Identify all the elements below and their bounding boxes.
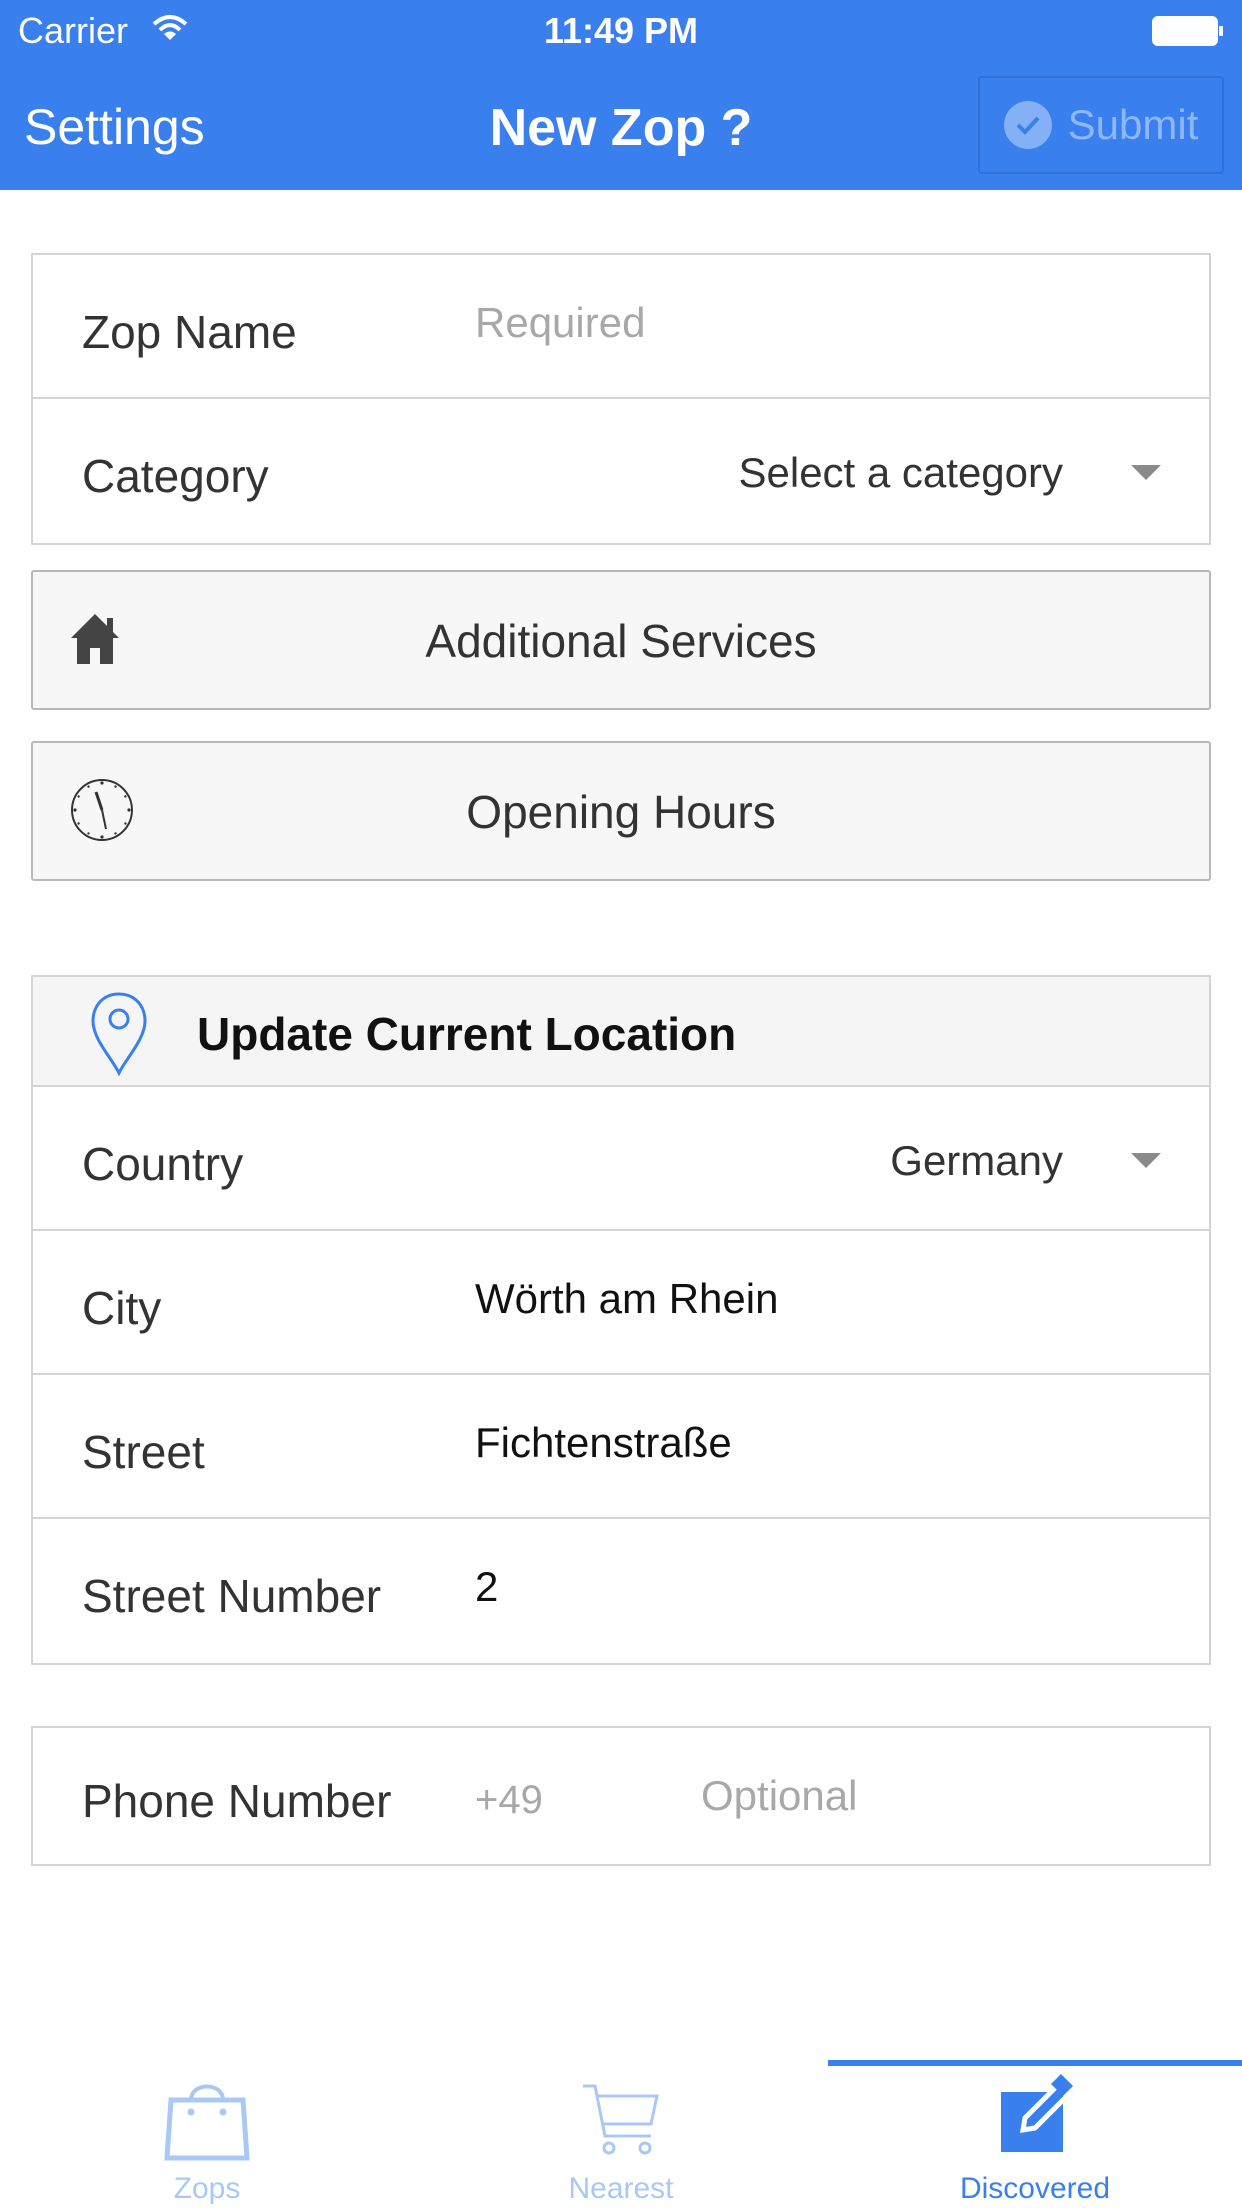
city-row: City Wörth am Rhein bbox=[33, 1231, 1209, 1375]
country-label: Country bbox=[82, 1138, 244, 1190]
opening-hours-button[interactable]: Opening Hours bbox=[31, 741, 1211, 881]
street-label: Street bbox=[82, 1426, 205, 1478]
location-pin-icon bbox=[89, 991, 149, 1082]
street-number-input[interactable]: 2 bbox=[475, 1563, 498, 1611]
edit-icon bbox=[828, 2074, 1242, 2162]
battery-icon bbox=[1152, 16, 1224, 51]
category-row[interactable]: Category Select a category bbox=[33, 399, 1209, 543]
country-select[interactable]: Germany bbox=[890, 1137, 1063, 1185]
additional-services-label: Additional Services bbox=[425, 615, 817, 667]
submit-button[interactable]: Submit bbox=[978, 76, 1224, 174]
status-time: 11:49 PM bbox=[543, 10, 699, 51]
phone-label: Phone Number bbox=[82, 1775, 392, 1827]
street-number-label: Street Number bbox=[82, 1570, 382, 1622]
phone-prefix: +49 bbox=[475, 1778, 543, 1822]
status-bar: Carrier 11:49 PM bbox=[0, 0, 1242, 62]
tab-discovered[interactable]: Discovered bbox=[828, 2060, 1242, 2208]
chevron-down-icon bbox=[1131, 1153, 1161, 1168]
zop-name-row: Zop Name Required bbox=[33, 255, 1209, 399]
street-number-row: Street Number 2 bbox=[33, 1519, 1209, 1663]
update-location-label: Update Current Location bbox=[197, 1008, 737, 1060]
tab-zops[interactable]: Zops bbox=[0, 2060, 414, 2208]
check-icon bbox=[1003, 101, 1052, 149]
zop-name-label: Zop Name bbox=[82, 306, 297, 358]
tab-nearest-label: Nearest bbox=[568, 2172, 674, 2205]
submit-label: Submit bbox=[1067, 101, 1199, 148]
active-tab-indicator bbox=[828, 2060, 1242, 2066]
city-label: City bbox=[82, 1282, 162, 1334]
update-location-button[interactable]: Update Current Location bbox=[33, 977, 1209, 1087]
tab-nearest[interactable]: Nearest bbox=[414, 2060, 828, 2208]
street-row: Street Fichtenstraße bbox=[33, 1375, 1209, 1519]
category-select[interactable]: Select a category bbox=[738, 449, 1063, 497]
phone-input[interactable]: Optional bbox=[701, 1772, 857, 1820]
location-section: Update Current Location Country Germany … bbox=[31, 975, 1211, 1665]
chevron-down-icon bbox=[1131, 465, 1161, 480]
cart-icon bbox=[414, 2074, 828, 2162]
phone-row: Phone Number +49 Optional bbox=[33, 1728, 1209, 1864]
country-row[interactable]: Country Germany bbox=[33, 1087, 1209, 1231]
opening-hours-label: Opening Hours bbox=[466, 786, 776, 838]
nav-bar: Carrier 11:49 PM Settings New Zop ? Subm… bbox=[0, 0, 1242, 190]
street-input[interactable]: Fichtenstraße bbox=[475, 1419, 732, 1467]
tab-bar: Zops Nearest Discovered bbox=[0, 2060, 1242, 2208]
basic-info-section: Zop Name Required Category Select a cate… bbox=[31, 253, 1211, 545]
phone-section: Phone Number +49 Optional bbox=[31, 1726, 1211, 1866]
tab-zops-label: Zops bbox=[173, 2172, 241, 2205]
additional-services-button[interactable]: Additional Services bbox=[31, 570, 1211, 710]
zop-name-input[interactable]: Required bbox=[475, 299, 645, 347]
category-label: Category bbox=[82, 450, 269, 502]
city-input[interactable]: Wörth am Rhein bbox=[475, 1275, 778, 1323]
tab-discovered-label: Discovered bbox=[959, 2172, 1111, 2205]
shopping-bag-icon bbox=[0, 2074, 414, 2162]
